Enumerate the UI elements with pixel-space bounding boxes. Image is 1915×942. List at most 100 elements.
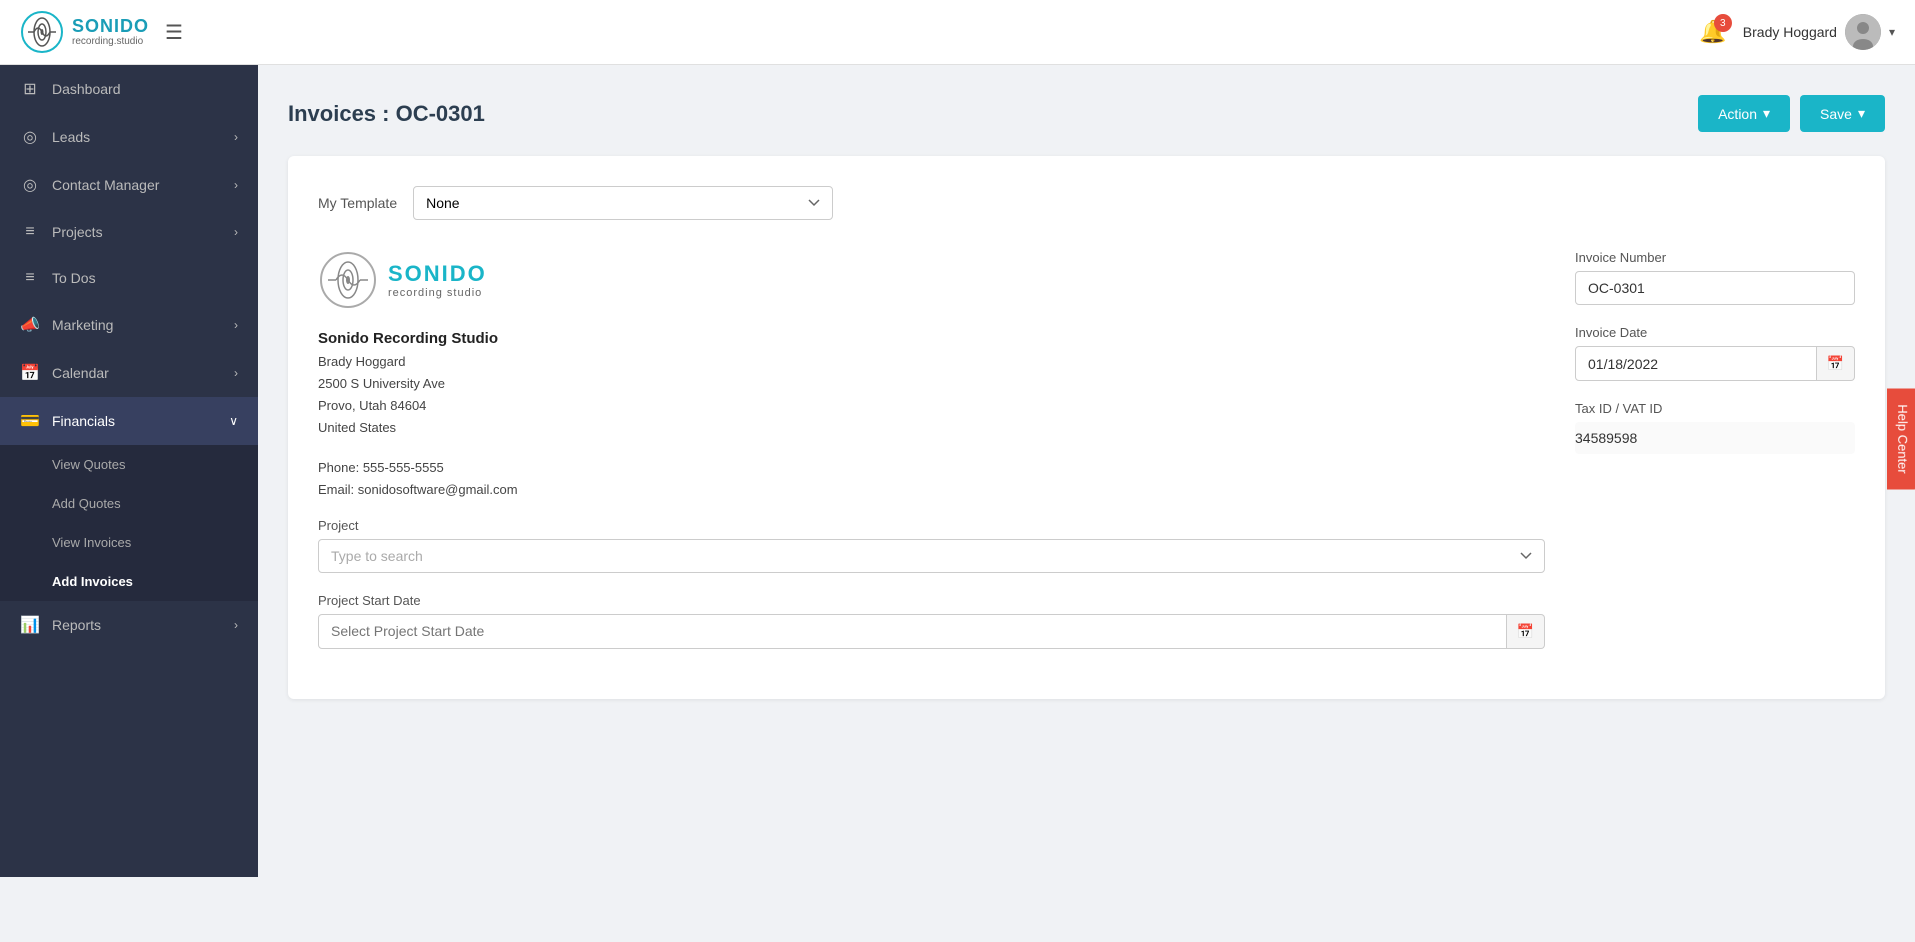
project-start-date-wrapper: 📅	[318, 614, 1545, 649]
sidebar-item-view-invoices[interactable]: View Invoices	[0, 523, 258, 562]
invoice-card: My Template None	[288, 156, 1885, 699]
financials-submenu: View Quotes Add Quotes View Invoices Add…	[0, 445, 258, 601]
invoice-date-label: Invoice Date	[1575, 325, 1855, 340]
logo: SONIDO recording.studio	[20, 10, 149, 54]
template-row: My Template None	[318, 186, 1855, 220]
user-name: Brady Hoggard	[1743, 24, 1837, 40]
project-start-group: Project Start Date 📅	[318, 593, 1545, 649]
dashboard-icon: ⊞	[20, 79, 40, 99]
logo-text: SONIDO recording.studio	[72, 17, 149, 48]
sidebar-item-reports[interactable]: 📊 Reports ›	[0, 601, 258, 649]
sidebar-item-contact-manager[interactable]: ◎ Contact Manager ›	[0, 161, 258, 209]
sonido-logo: SONIDO recording studio	[318, 250, 1545, 310]
invoice-date-group: Invoice Date 📅	[1575, 325, 1855, 381]
sonido-brand-name: SONIDO	[388, 261, 487, 287]
save-chevron-icon: ▾	[1858, 105, 1865, 122]
sidebar-label-reports: Reports	[52, 617, 101, 633]
invoice-body: SONIDO recording studio Sonido Recording…	[318, 250, 1855, 669]
leads-chevron-icon: ›	[234, 130, 238, 144]
sidebar-item-add-invoices[interactable]: Add Invoices	[0, 562, 258, 601]
help-center-tab[interactable]: Help Center	[1887, 388, 1915, 489]
projects-icon: ≡	[20, 223, 40, 241]
logo-title: SONIDO	[72, 17, 149, 37]
contact-chevron-icon: ›	[234, 178, 238, 192]
sidebar-label-contact: Contact Manager	[52, 177, 159, 193]
marketing-chevron-icon: ›	[234, 318, 238, 332]
sidebar-label-marketing: Marketing	[52, 317, 113, 333]
user-info[interactable]: Brady Hoggard ▾	[1743, 14, 1895, 50]
page-header: Invoices : OC-0301 Action ▾ Save ▾	[288, 95, 1885, 132]
invoice-date-input[interactable]	[1575, 346, 1817, 381]
hamburger-icon[interactable]: ☰	[165, 20, 183, 45]
tax-id-group: Tax ID / VAT ID 34589598	[1575, 401, 1855, 454]
financials-icon: 💳	[20, 411, 40, 431]
company-info: Sonido Recording Studio Brady Hoggard 25…	[318, 330, 1545, 502]
sidebar-label-dashboard: Dashboard	[52, 81, 121, 97]
sidebar-item-leads[interactable]: ◎ Leads ›	[0, 113, 258, 161]
company-phone: Phone: 555-555-5555	[318, 457, 1545, 479]
invoice-left: SONIDO recording studio Sonido Recording…	[318, 250, 1545, 669]
sidebar-item-marketing[interactable]: 📣 Marketing ›	[0, 301, 258, 349]
company-contact: Brady Hoggard	[318, 351, 1545, 373]
sonido-brand-sub: recording studio	[388, 287, 487, 299]
logo-icon	[20, 10, 64, 54]
sidebar-item-dashboard[interactable]: ⊞ Dashboard	[0, 65, 258, 113]
sonido-logo-icon	[318, 250, 378, 310]
reports-icon: 📊	[20, 615, 40, 635]
invoice-number-input[interactable]	[1575, 271, 1855, 305]
project-start-input[interactable]	[318, 614, 1507, 649]
template-label: My Template	[318, 195, 397, 211]
invoice-number-group: Invoice Number	[1575, 250, 1855, 305]
notification-badge: 3	[1714, 14, 1732, 32]
invoice-number-label: Invoice Number	[1575, 250, 1855, 265]
company-name: Sonido Recording Studio	[318, 330, 1545, 347]
sidebar-item-view-quotes[interactable]: View Quotes	[0, 445, 258, 484]
tax-id-value: 34589598	[1575, 422, 1855, 454]
company-country: United States	[318, 417, 1545, 439]
project-start-calendar-button[interactable]: 📅	[1507, 614, 1545, 649]
sidebar-label-projects: Projects	[52, 224, 103, 240]
sidebar-item-add-quotes[interactable]: Add Quotes	[0, 484, 258, 523]
tax-id-label: Tax ID / VAT ID	[1575, 401, 1855, 416]
main-content: Invoices : OC-0301 Action ▾ Save ▾ My Te…	[258, 65, 1915, 877]
page-title: Invoices : OC-0301	[288, 101, 485, 127]
sidebar-label-leads: Leads	[52, 129, 90, 145]
action-chevron-icon: ▾	[1763, 105, 1770, 122]
company-address1: 2500 S University Ave	[318, 373, 1545, 395]
action-button[interactable]: Action ▾	[1698, 95, 1790, 132]
save-button[interactable]: Save ▾	[1800, 95, 1885, 132]
leads-icon: ◎	[20, 127, 40, 147]
sidebar-item-financials[interactable]: 💳 Financials ∨	[0, 397, 258, 445]
invoice-date-wrapper: 📅	[1575, 346, 1855, 381]
calendar-chevron-icon: ›	[234, 366, 238, 380]
project-select[interactable]: Type to search	[318, 539, 1545, 573]
reports-chevron-icon: ›	[234, 618, 238, 632]
header: SONIDO recording.studio ☰ 🔔 3 Brady Hogg…	[0, 0, 1915, 65]
projects-chevron-icon: ›	[234, 225, 238, 239]
header-actions: Action ▾ Save ▾	[1698, 95, 1885, 132]
project-label: Project	[318, 518, 1545, 533]
logo-subtitle: recording.studio	[72, 36, 149, 47]
sidebar-item-todos[interactable]: ≡ To Dos	[0, 255, 258, 301]
todos-icon: ≡	[20, 269, 40, 287]
calendar-icon: 📅	[20, 363, 40, 383]
contact-icon: ◎	[20, 175, 40, 195]
sidebar-label-todos: To Dos	[52, 270, 96, 286]
sidebar-label-calendar: Calendar	[52, 365, 109, 381]
project-group: Project Type to search	[318, 518, 1545, 573]
avatar	[1845, 14, 1881, 50]
invoice-date-calendar-button[interactable]: 📅	[1817, 346, 1855, 381]
company-address2: Provo, Utah 84604	[318, 395, 1545, 417]
sidebar-item-projects[interactable]: ≡ Projects ›	[0, 209, 258, 255]
header-left: SONIDO recording.studio ☰	[20, 10, 183, 54]
invoice-right: Invoice Number Invoice Date 📅 Tax ID / V…	[1575, 250, 1855, 669]
header-right: 🔔 3 Brady Hoggard ▾	[1699, 14, 1895, 50]
sidebar-label-financials: Financials	[52, 413, 115, 429]
marketing-icon: 📣	[20, 315, 40, 335]
sidebar: ⊞ Dashboard ◎ Leads › ◎ Contact Manager …	[0, 65, 258, 877]
notification-bell[interactable]: 🔔 3	[1699, 19, 1726, 45]
user-chevron-icon: ▾	[1889, 25, 1895, 39]
sidebar-item-calendar[interactable]: 📅 Calendar ›	[0, 349, 258, 397]
project-start-label: Project Start Date	[318, 593, 1545, 608]
template-select[interactable]: None	[413, 186, 833, 220]
